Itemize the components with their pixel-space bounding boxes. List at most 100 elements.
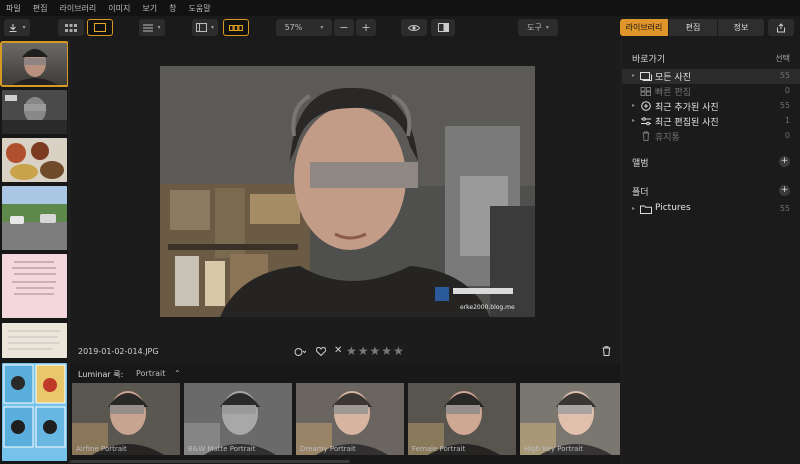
shortcut-quick-edit[interactable]: 빠른 편집 0: [622, 84, 800, 99]
menu-bar: 파일 편집 라이브러리 이미지 보기 창 도움말: [0, 0, 800, 16]
image-canvas[interactable]: erke2000.blog.me: [70, 40, 621, 340]
shortcut-label: 빠른 편집: [655, 88, 691, 98]
look-thumb-dreamy[interactable]: Dreamy Portrait: [296, 383, 404, 455]
folder-pictures[interactable]: ▸ Pictures 55: [622, 202, 800, 217]
menu-edit[interactable]: 편집: [33, 3, 48, 14]
share-button[interactable]: [768, 19, 794, 36]
shortcut-all-photos[interactable]: ▸ 모든 사진 55: [622, 69, 800, 84]
menu-library[interactable]: 라이브러리: [59, 3, 96, 14]
folder-label: Pictures: [655, 203, 691, 213]
grid-view-button[interactable]: [58, 19, 84, 36]
shortcut-recently-added[interactable]: ▸ 최근 추가된 사진 55: [622, 99, 800, 114]
menu-image[interactable]: 이미지: [108, 3, 130, 14]
sidebar-toggle-button[interactable]: ▾: [192, 19, 218, 36]
shortcut-trash[interactable]: 휴지통 0: [622, 129, 800, 144]
tab-info[interactable]: 정보: [718, 19, 764, 36]
look-thumb-high-key[interactable]: High Key Portrait: [520, 383, 620, 455]
shortcut-label: 휴지통: [655, 133, 680, 143]
single-view-button[interactable]: [87, 19, 113, 36]
chevron-right-icon: ▸: [632, 102, 636, 109]
filmstrip-thumb[interactable]: [2, 323, 67, 358]
sidebar-icon: [195, 23, 207, 32]
shortcut-count: 1: [784, 116, 790, 125]
trash-icon[interactable]: [602, 346, 611, 356]
color-label-icon[interactable]: [294, 347, 306, 357]
shortcut-recently-edited[interactable]: ▸ 최근 편집된 사진 1: [622, 114, 800, 129]
toolbar: ▾ ▾ ▾ 57% ▾ − + 도구 ▾ 라이브러리 편집 정보: [0, 16, 800, 40]
look-thumb-female[interactable]: Female Portrait: [408, 383, 516, 455]
tab-edit[interactable]: 편집: [669, 19, 717, 36]
file-name: 2019-01-02-014.JPG: [78, 347, 159, 356]
filmstrip-thumb[interactable]: [2, 254, 67, 318]
filmstrip: [0, 40, 68, 464]
chevron-right-icon: ▸: [632, 205, 636, 212]
filmstrip-thumb[interactable]: [2, 90, 67, 134]
quick-edit-icon: [640, 87, 651, 96]
filmstrip-thumb[interactable]: [2, 186, 67, 250]
looks-category: Portrait: [136, 369, 166, 378]
compare-icon: [437, 23, 449, 32]
tab-library[interactable]: 라이브러리: [620, 19, 668, 36]
menu-file[interactable]: 파일: [6, 3, 21, 14]
filmstrip-thumb[interactable]: [2, 363, 67, 461]
menu-view[interactable]: 보기: [142, 3, 157, 14]
library-panel: 바로가기 선택 ▸ 모든 사진 55 빠른 편집 0 ▸ 최근 추가된 사진 5…: [622, 40, 800, 464]
looks-scrollbar[interactable]: [70, 460, 350, 463]
shortcut-count: 55: [779, 101, 790, 110]
menu-window[interactable]: 창: [169, 3, 176, 14]
looks-label: Luminar 룩:: [78, 370, 124, 379]
look-name: High Key Portrait: [524, 445, 583, 453]
looks-category-select[interactable]: Portrait ⌃: [136, 369, 181, 378]
look-thumb-airfine[interactable]: Airfine Portrait: [72, 383, 180, 455]
shortcut-count: 0: [784, 86, 790, 95]
zoom-in-button[interactable]: +: [356, 19, 376, 36]
share-icon: [777, 22, 785, 32]
look-thumb-bw-matte[interactable]: B&W Matte Portrait: [184, 383, 292, 455]
heart-icon[interactable]: [316, 347, 326, 356]
zoom-select[interactable]: 57% ▾: [276, 19, 332, 36]
shortcut-label: 최근 편집된 사진: [655, 118, 719, 128]
shortcuts-title: 바로가기: [632, 55, 666, 65]
filmstrip-icon: [229, 24, 243, 31]
trash-icon: [642, 131, 650, 141]
folders-title: 폴더: [632, 188, 649, 198]
plus-icon: +: [361, 21, 371, 34]
shortcut-label: 모든 사진: [655, 73, 691, 83]
shortcut-count: 55: [779, 71, 790, 80]
download-icon: [9, 23, 17, 32]
folder-icon: [640, 205, 652, 214]
star-rating[interactable]: ★★★★★: [346, 344, 405, 358]
zoom-out-button[interactable]: −: [334, 19, 354, 36]
look-name: Female Portrait: [412, 445, 466, 453]
main-photo: erke2000.blog.me: [160, 66, 535, 317]
watermark-text: erke2000.blog.me: [460, 304, 515, 311]
preview-button[interactable]: [401, 19, 427, 36]
tools-menu-button[interactable]: 도구 ▾: [518, 19, 558, 36]
zoom-value: 57%: [284, 23, 303, 32]
filmstrip-thumb[interactable]: [0, 41, 68, 87]
eye-icon: [408, 24, 420, 31]
filmstrip-toggle-button[interactable]: [223, 19, 249, 36]
sort-menu-button[interactable]: ▾: [139, 19, 165, 36]
import-button[interactable]: ▾: [4, 19, 30, 36]
select-link[interactable]: 선택: [775, 53, 790, 64]
shortcut-label: 최근 추가된 사진: [655, 103, 719, 113]
look-name: Dreamy Portrait: [300, 445, 356, 453]
compare-button[interactable]: [431, 19, 455, 36]
add-album-button[interactable]: +: [779, 156, 790, 167]
filmstrip-thumb[interactable]: [2, 138, 67, 182]
grid-icon: [65, 23, 77, 32]
tools-label: 도구: [527, 23, 542, 32]
chevron-right-icon: ▸: [632, 72, 636, 79]
looks-panel: Luminar 룩: Portrait ⌃ Airfine Portrait B…: [70, 364, 621, 464]
module-tabs: 라이브러리 편집 정보: [620, 19, 764, 36]
add-folder-button[interactable]: +: [779, 185, 790, 196]
minus-icon: −: [339, 21, 349, 34]
luminar-app: 파일 편집 라이브러리 이미지 보기 창 도움말 ▾ ▾ ▾ 57%▾ − +: [0, 0, 800, 464]
folder-count: 55: [779, 204, 790, 213]
reject-icon[interactable]: ✕: [334, 345, 342, 356]
chevron-up-icon: ⌃: [173, 369, 181, 378]
menu-help[interactable]: 도움말: [188, 3, 210, 14]
sliders-icon: [641, 117, 651, 126]
look-name: B&W Matte Portrait: [188, 445, 256, 453]
